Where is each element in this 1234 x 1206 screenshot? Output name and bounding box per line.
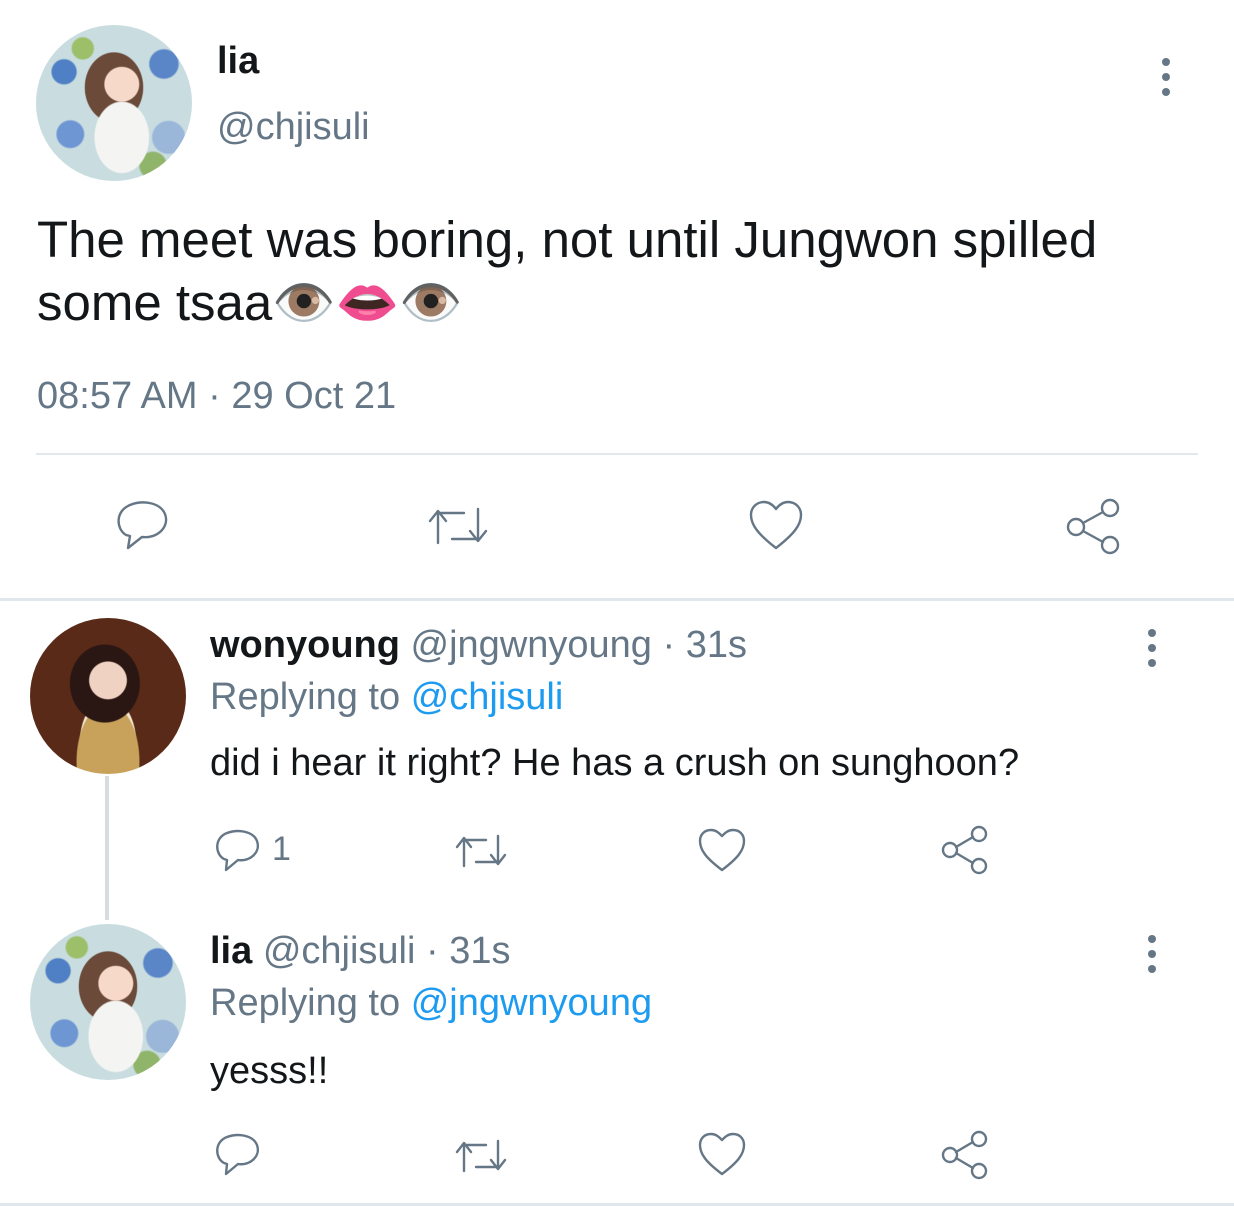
reply-icon[interactable]	[112, 499, 170, 553]
mention-link[interactable]: @jngwnyoung	[411, 982, 652, 1024]
avatar[interactable]	[30, 924, 186, 1080]
reply-icon[interactable]	[212, 828, 262, 874]
tweet-text: The meet was boring, not until Jungwon s…	[37, 211, 1098, 331]
like-icon[interactable]	[748, 500, 804, 552]
handle[interactable]: @chjisuli	[217, 106, 370, 149]
like-icon[interactable]	[697, 828, 747, 874]
tweet-text: yesss!!	[210, 1050, 329, 1092]
tweet-time: · 31s	[662, 624, 747, 666]
reply-header: lia @chjisuli · 31s	[210, 930, 510, 973]
share-icon[interactable]	[1064, 498, 1124, 556]
avatar[interactable]	[30, 618, 186, 774]
display-name[interactable]: wonyoung	[210, 624, 400, 666]
reply-header: wonyoung @jngwnyoung · 31s	[210, 624, 747, 667]
replying-to-label: Replying to	[210, 982, 401, 1024]
share-icon[interactable]	[940, 825, 990, 875]
timestamp: 08:57 AM · 29 Oct 21	[37, 375, 397, 417]
section-divider	[0, 598, 1234, 601]
share-icon[interactable]	[940, 1130, 990, 1180]
tweet-text: did i hear it right? He has a crush on s…	[210, 742, 1020, 784]
reply-icon[interactable]	[212, 1132, 262, 1178]
retweet-icon[interactable]	[452, 831, 510, 871]
retweet-icon[interactable]	[452, 1136, 510, 1176]
divider	[36, 453, 1198, 455]
display-name[interactable]: lia	[210, 930, 252, 972]
handle[interactable]: @chjisuli	[263, 930, 416, 972]
replying-to-label: Replying to	[210, 676, 401, 718]
more-options-icon[interactable]	[1148, 935, 1156, 973]
more-options-icon[interactable]	[1148, 629, 1156, 667]
thread-line	[105, 776, 109, 920]
handle[interactable]: @jngwnyoung	[411, 624, 652, 666]
tweet-time: · 31s	[426, 930, 511, 972]
more-options-icon[interactable]	[1162, 58, 1170, 96]
display-name[interactable]: lia	[217, 40, 259, 83]
reply-count: 1	[272, 830, 291, 868]
avatar[interactable]	[36, 25, 192, 181]
replying-to: Replying to @jngwnyoung	[210, 982, 652, 1025]
replying-to: Replying to @chjisuli	[210, 676, 563, 719]
like-icon[interactable]	[697, 1132, 747, 1178]
mention-link[interactable]: @chjisuli	[411, 676, 564, 718]
retweet-icon[interactable]	[424, 503, 492, 549]
